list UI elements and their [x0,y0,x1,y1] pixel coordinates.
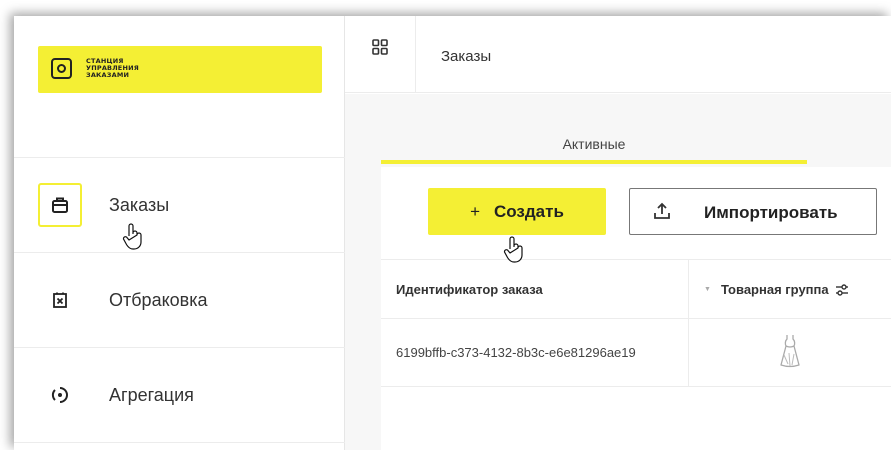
column-divider [688,319,689,387]
main-content: Активные + Создать Импортировать Идентиф… [345,94,891,450]
sidebar-item-label: Агрегация [109,384,194,405]
column-header-product-group[interactable]: ▼ Товарная группа [704,282,849,297]
orders-panel: + Создать Импортировать Идентификатор за… [381,167,891,450]
logo[interactable]: СТАНЦИЯ УПРАВЛЕНИЯ ЗАКАЗАМИ [38,46,322,93]
dress-icon [780,335,800,368]
sidebar-item-label: Заказы [109,194,170,215]
sidebar-item-label: Отбраковка [109,289,208,310]
column-header-order-id[interactable]: Идентификатор заказа [396,282,543,297]
page-title: Заказы [441,48,492,65]
sidebar: СТАНЦИЯ УПРАВЛЕНИЯ ЗАКАЗАМИ Заказы Отбра… [14,16,345,450]
plus-icon: + [470,201,480,221]
order-id-cell: 6199bffb-c373-4132-8b3c-e6e81296ae19 [396,345,636,360]
reject-box-icon [53,292,67,308]
menu-grid-button[interactable] [345,16,416,93]
grid-icon [372,38,388,55]
tab-active[interactable]: Активные [381,134,807,164]
active-indicator [38,183,82,227]
briefcase-icon [52,197,68,213]
aggregation-icon [51,387,68,403]
hand-cursor-icon [503,236,523,263]
column-header-label: Товарная группа [720,282,829,297]
top-bar: Заказы [345,16,891,93]
table-header: Идентификатор заказа ▼ Товарная группа [381,259,891,320]
icon-box [38,373,82,417]
app-window: СТАНЦИЯ УПРАВЛЕНИЯ ЗАКАЗАМИ Заказы Отбра… [14,16,891,450]
logo-line-3: ЗАКАЗАМИ [86,71,130,79]
hand-cursor-icon [122,223,142,250]
sidebar-item-aggregation[interactable]: Агрегация [14,348,345,442]
create-button-label: Создать [494,201,564,221]
column-divider [688,260,689,320]
sidebar-item-rejection[interactable]: Отбраковка [14,253,345,347]
logo-text: СТАНЦИЯ УПРАВЛЕНИЯ ЗАКАЗАМИ [86,58,139,79]
import-button[interactable]: Импортировать [629,188,877,235]
gear-box-icon [51,58,72,79]
icon-box [38,278,82,322]
filter-icon[interactable] [835,283,849,296]
table-row[interactable]: 6199bffb-c373-4132-8b3c-e6e81296ae19 [381,319,891,387]
create-button[interactable]: + Создать [428,188,606,235]
import-button-label: Импортировать [704,203,838,222]
sort-icon[interactable]: ▼ [704,286,711,293]
sidebar-item-orders[interactable]: Заказы [14,158,345,252]
upload-icon [654,202,670,219]
nav-divider [14,442,345,443]
